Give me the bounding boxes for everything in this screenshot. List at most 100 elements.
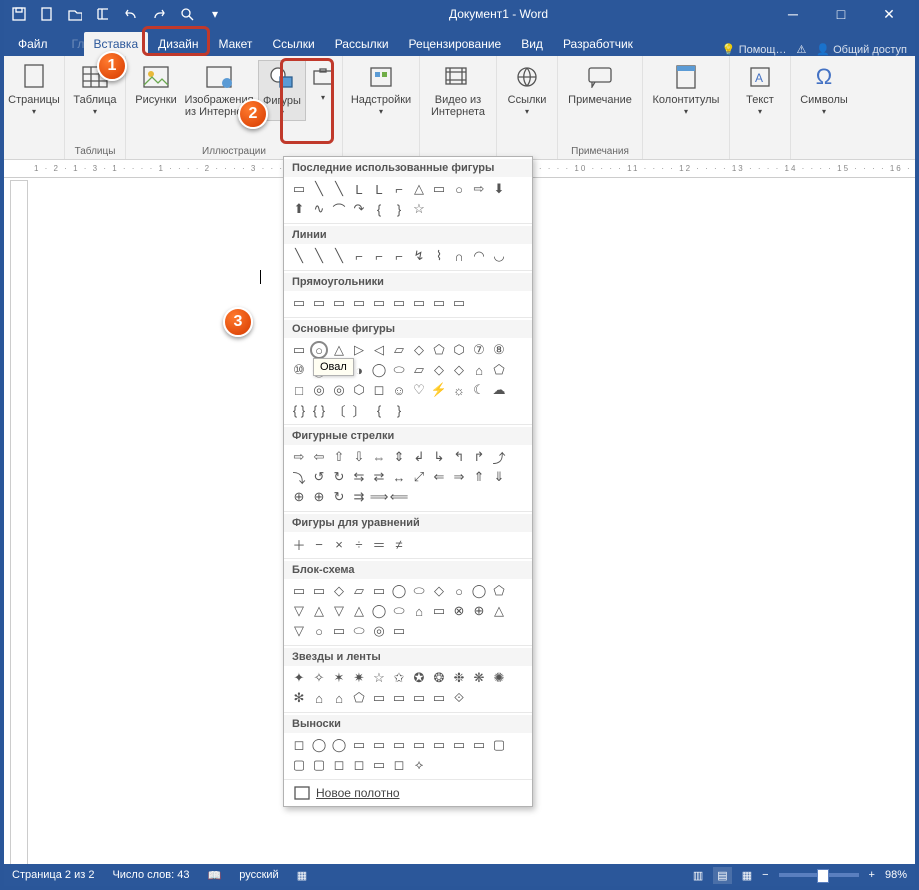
shape-item[interactable]: ◇ xyxy=(450,361,468,379)
shape-item[interactable]: ✧ xyxy=(310,669,328,687)
shape-item[interactable]: ⑩ xyxy=(290,361,308,379)
shape-item[interactable]: ＋ xyxy=(290,535,308,553)
shape-item[interactable]: ⚡ xyxy=(430,381,448,399)
shape-item[interactable]: ◯ xyxy=(370,602,388,620)
shape-item[interactable]: ▭ xyxy=(450,736,468,754)
shape-item[interactable]: ▢ xyxy=(290,756,308,774)
shape-item[interactable]: △ xyxy=(350,602,368,620)
shape-item[interactable]: ⑧ xyxy=(490,341,508,359)
shape-item[interactable]: ⬠ xyxy=(490,582,508,600)
shape-item[interactable]: ⬭ xyxy=(410,582,428,600)
shape-item[interactable]: ⊕ xyxy=(470,602,488,620)
shape-item[interactable]: ☆ xyxy=(370,669,388,687)
shape-item[interactable]: ╲ xyxy=(330,247,348,265)
shape-item[interactable]: ⤴ xyxy=(490,448,508,466)
shape-item[interactable]: ▭ xyxy=(370,689,388,707)
shape-item[interactable]: ⤵ xyxy=(290,468,308,486)
tab-file[interactable]: Файл xyxy=(4,32,62,56)
headerfooter-button[interactable]: Колонтитулы▾ xyxy=(649,60,723,119)
shape-item[interactable]: ◻ xyxy=(370,381,388,399)
shape-item[interactable]: △ xyxy=(330,341,348,359)
shape-item[interactable]: ÷ xyxy=(350,535,368,553)
shape-item[interactable]: ⇨ xyxy=(290,448,308,466)
shape-item[interactable]: ≠ xyxy=(390,535,408,553)
status-page[interactable]: Страница 2 из 2 xyxy=(12,869,94,881)
shape-item[interactable]: ▭ xyxy=(290,294,308,312)
shape-item[interactable]: L xyxy=(350,180,368,198)
shape-item[interactable]: ▭ xyxy=(410,736,428,754)
shape-item[interactable]: ▭ xyxy=(290,582,308,600)
shape-item[interactable]: ↷ xyxy=(350,200,368,218)
shape-item[interactable]: ↻ xyxy=(330,468,348,486)
shape-item[interactable]: ✻ xyxy=(290,689,308,707)
shape-item[interactable]: ▽ xyxy=(290,602,308,620)
shape-item[interactable]: ▭ xyxy=(430,689,448,707)
shape-item[interactable]: ☾ xyxy=(470,381,488,399)
shape-item[interactable]: ✩ xyxy=(390,669,408,687)
shape-item[interactable]: ▽ xyxy=(290,622,308,640)
shape-item[interactable]: ⌒ xyxy=(330,200,348,218)
shape-item[interactable]: ◯ xyxy=(390,582,408,600)
links-button[interactable]: Ссылки▾ xyxy=(503,60,551,119)
shape-item[interactable]: ▭ xyxy=(370,736,388,754)
shape-item[interactable]: ▭ xyxy=(310,582,328,600)
shape-item[interactable]: L xyxy=(370,180,388,198)
shape-item[interactable]: ⇕ xyxy=(390,448,408,466)
shape-item[interactable]: 〕 xyxy=(350,401,368,419)
shape-item[interactable]: ⇓ xyxy=(490,468,508,486)
shape-item[interactable]: ◇ xyxy=(430,582,448,600)
shape-item[interactable]: ▭ xyxy=(350,294,368,312)
save-icon[interactable] xyxy=(10,5,28,23)
redo-icon[interactable] xyxy=(150,5,168,23)
shape-item[interactable]: ⬠ xyxy=(490,361,508,379)
shape-item[interactable]: ⊕ xyxy=(310,488,328,506)
shape-item[interactable]: ☁ xyxy=(490,381,508,399)
shape-item[interactable]: ◇ xyxy=(330,582,348,600)
screenshot-button[interactable]: ▾ xyxy=(310,60,336,105)
shape-item[interactable]: △ xyxy=(490,602,508,620)
shape-item[interactable]: ⬠ xyxy=(350,689,368,707)
pictures-button[interactable]: Рисунки xyxy=(132,60,180,108)
shape-item[interactable]: ▭ xyxy=(390,689,408,707)
shape-item[interactable]: ↲ xyxy=(410,448,428,466)
shape-item[interactable]: ▭ xyxy=(390,294,408,312)
share-button[interactable]: 👤 Общий доступ xyxy=(816,43,907,56)
shape-item[interactable]: ⬭ xyxy=(350,622,368,640)
shape-item[interactable]: ✶ xyxy=(330,669,348,687)
shape-item[interactable]: ⇄ xyxy=(370,468,388,486)
tab-review[interactable]: Рецензирование xyxy=(399,32,512,56)
zoom-out-button[interactable]: − xyxy=(762,869,768,881)
shape-item[interactable]: ▭ xyxy=(290,180,308,198)
tab-view[interactable]: Вид xyxy=(511,32,553,56)
text-button[interactable]: A Текст▾ xyxy=(736,60,784,119)
new-doc-icon[interactable] xyxy=(38,5,56,23)
shape-item[interactable]: ▽ xyxy=(330,602,348,620)
shape-item[interactable]: ▭ xyxy=(350,736,368,754)
shape-item[interactable]: ⌇ xyxy=(430,247,448,265)
shape-item[interactable]: ⬭ xyxy=(390,361,408,379)
shape-item[interactable]: ⌂ xyxy=(310,689,328,707)
shape-item[interactable]: ◇ xyxy=(430,361,448,379)
shape-item[interactable]: ▢ xyxy=(490,736,508,754)
shape-item[interactable]: ▱ xyxy=(410,361,428,379)
shape-item[interactable]: ▭ xyxy=(290,341,308,359)
shape-item[interactable]: ⬭ xyxy=(390,602,408,620)
shape-item[interactable]: ⌐ xyxy=(390,247,408,265)
shape-item[interactable]: ▭ xyxy=(370,582,388,600)
shape-item[interactable]: ↱ xyxy=(470,448,488,466)
shape-item[interactable]: ✦ xyxy=(290,669,308,687)
shape-item[interactable]: ⇔ xyxy=(370,448,388,466)
close-button[interactable]: ✕ xyxy=(869,3,909,25)
shape-item[interactable]: ◁ xyxy=(370,341,388,359)
shape-item[interactable]: ○ xyxy=(310,341,328,359)
shape-item[interactable]: ⌂ xyxy=(330,689,348,707)
shape-item[interactable]: ▭ xyxy=(430,602,448,620)
shape-item[interactable]: ◯ xyxy=(370,361,388,379)
shape-item[interactable]: ▭ xyxy=(470,736,488,754)
zoom-slider[interactable] xyxy=(779,873,859,877)
shape-item[interactable]: ↺ xyxy=(310,468,328,486)
shape-item[interactable]: ☺ xyxy=(390,381,408,399)
shape-item[interactable]: ❋ xyxy=(470,669,488,687)
view-print-layout-icon[interactable]: ▤ xyxy=(713,867,731,884)
tab-layout[interactable]: Макет xyxy=(208,32,262,56)
